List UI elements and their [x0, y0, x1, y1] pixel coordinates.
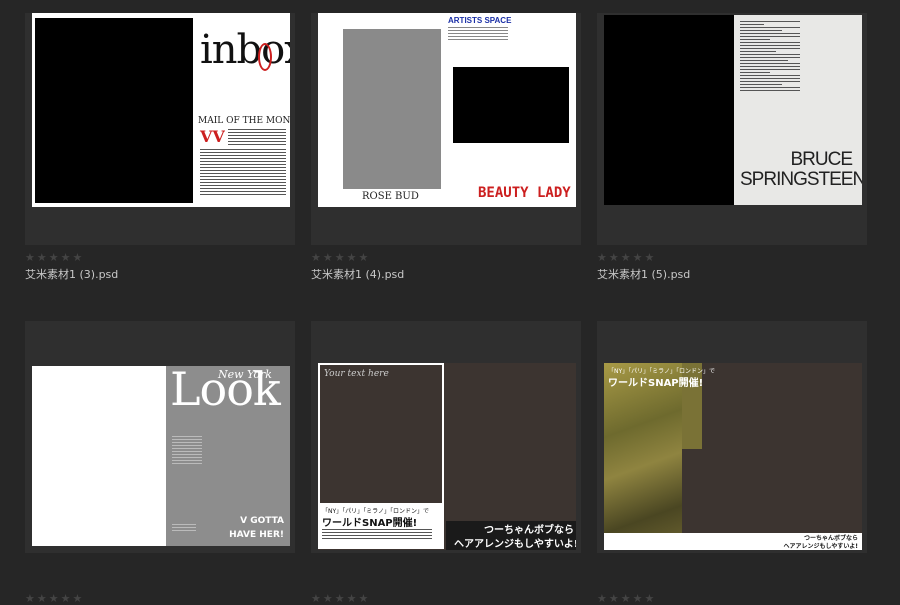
- body-text-lines-upper: [228, 129, 286, 147]
- red-letter-accent: VV: [200, 127, 225, 146]
- cover-bottom-lines: [172, 524, 196, 533]
- file-name: 艾米素材1 (5).psd: [597, 268, 691, 281]
- rating-stars[interactable]: ★★★★★: [25, 593, 84, 604]
- right-caption: BEAUTY LADY: [478, 185, 571, 201]
- header-text-lines: [448, 27, 508, 42]
- thumbnail-6[interactable]: 「NY」「パリ」「ミラノ」「ロンドン」で ワールドSNAP開催! つーちゃんボブ…: [604, 363, 862, 550]
- black-photo-block: [453, 67, 569, 143]
- black-photo-block: [35, 18, 193, 203]
- article-text-lines: [740, 21, 800, 93]
- cover-title: Look: [170, 366, 281, 416]
- jp-text-lines: [322, 529, 432, 541]
- file-card-5[interactable]: Your text here 「NY」「パリ」「ミラノ」「ロンドン」で ワールド…: [311, 321, 581, 604]
- thumbnail-5[interactable]: Your text here 「NY」「パリ」「ミラノ」「ロンドン」で ワールド…: [318, 363, 576, 550]
- rating-stars[interactable]: ★★★★★: [597, 593, 656, 604]
- jp-headline: ワールドSNAP開催!: [608, 378, 704, 389]
- left-caption: ROSE BUD: [362, 191, 419, 202]
- photo-panel: [604, 363, 682, 548]
- magazine-title: inbox: [200, 27, 290, 73]
- grey-photo-block: [343, 29, 441, 189]
- artist-name-line2: SPRINGSTEEN: [740, 169, 862, 190]
- thumbnail-1[interactable]: inbox MAIL OF THE MONTH VV: [32, 13, 290, 207]
- file-card-2[interactable]: ARTISTS SPACE ROSE BUD BEAUTY LADY ★★★★★…: [311, 13, 581, 281]
- jp-right-line2: ヘアアレンジもしやすいよ!: [454, 539, 576, 550]
- file-card-1[interactable]: inbox MAIL OF THE MONTH VV ★★★★★ 艾米素材1 (…: [25, 13, 295, 281]
- cover-tagline-2: HAVE HER!: [229, 530, 284, 540]
- section-heading: MAIL OF THE MONTH: [198, 116, 290, 126]
- rating-stars[interactable]: ★★★★★: [311, 252, 370, 263]
- cover-tagline-1: V GOTTA: [240, 516, 284, 526]
- file-name: 艾米素材1 (4).psd: [311, 268, 405, 281]
- thumbnail-3[interactable]: BRUCE SPRINGSTEEN: [604, 15, 862, 205]
- artists-header: ARTISTS SPACE: [448, 16, 512, 25]
- thumbnail-2[interactable]: ARTISTS SPACE ROSE BUD BEAUTY LADY: [318, 13, 576, 207]
- jp-headline: ワールドSNAP開催!: [322, 518, 418, 529]
- title-red-accent: [258, 43, 272, 71]
- rating-stars[interactable]: ★★★★★: [311, 593, 370, 604]
- file-name: 艾米素材1 (3).psd: [25, 268, 119, 281]
- rating-stars[interactable]: ★★★★★: [25, 252, 84, 263]
- file-card-4[interactable]: New York Look V GOTTA HAVE HER! ★★★★★: [25, 321, 295, 604]
- jp-right-line2: ヘアアレンジもしやすいよ!: [783, 543, 858, 550]
- rating-stars[interactable]: ★★★★★: [597, 252, 656, 263]
- file-card-3[interactable]: BRUCE SPRINGSTEEN ★★★★★ 艾米素材1 (5).psd: [597, 13, 867, 281]
- cover-text-lines: [172, 436, 202, 466]
- artist-name-line1: BRUCE: [790, 149, 853, 170]
- jp-right-line1: つーちゃんボブなら: [484, 525, 574, 536]
- thumbnail-4[interactable]: New York Look V GOTTA HAVE HER!: [32, 366, 290, 546]
- body-text-lines: [200, 149, 286, 197]
- placeholder-text: Your text here: [324, 369, 389, 379]
- file-card-6[interactable]: 「NY」「パリ」「ミラノ」「ロンドン」で ワールドSNAP開催! つーちゃんボブ…: [597, 321, 867, 604]
